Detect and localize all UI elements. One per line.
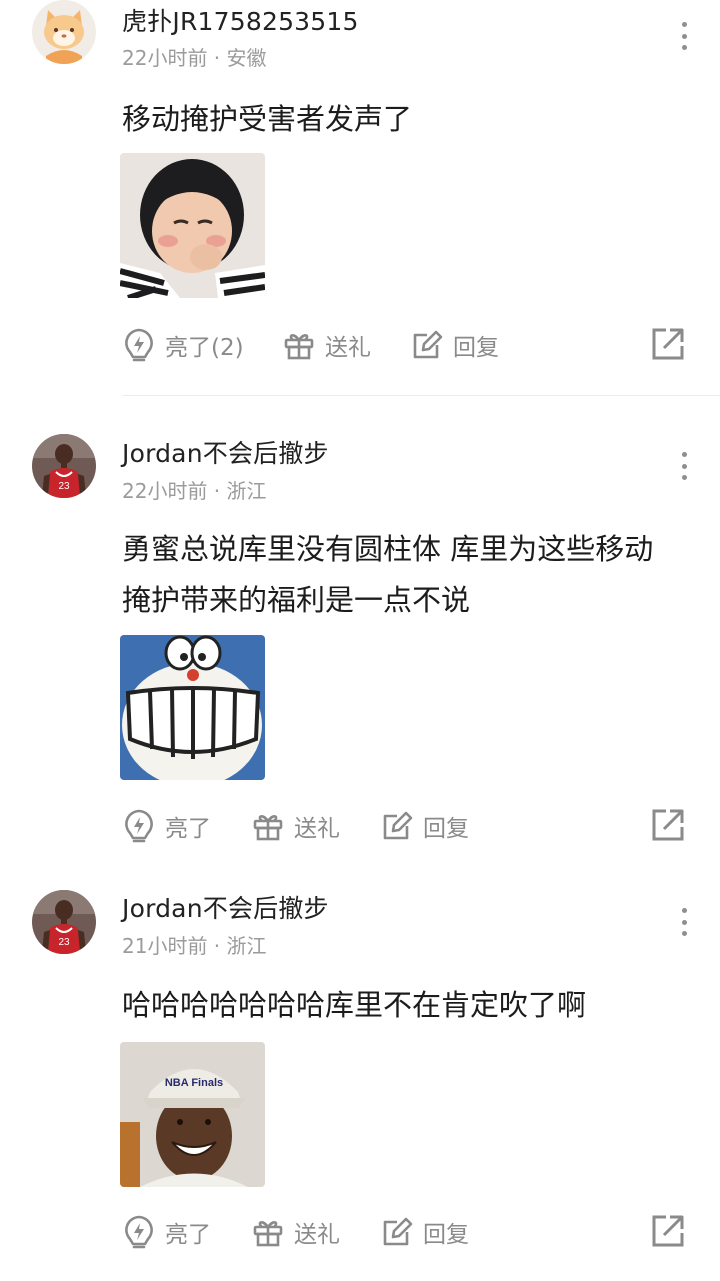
- comment-item: 23 Jordan不会后撤步 21小时前 · 浙江 哈哈哈哈哈哈哈库里不在肯定吹…: [0, 0, 720, 1281]
- gift-label: 送礼: [294, 1222, 340, 1248]
- more-vertical-icon[interactable]: [670, 904, 698, 940]
- svg-text:23: 23: [58, 937, 70, 948]
- edit-reply-icon: [383, 1217, 413, 1246]
- cap-logo-text: NBA Finals: [165, 1077, 223, 1089]
- avatar[interactable]: 23: [32, 890, 96, 954]
- like-label: 亮了: [165, 1222, 211, 1248]
- like-button[interactable]: 亮了: [123, 1214, 211, 1250]
- gift-icon: [253, 1221, 283, 1247]
- nba-finals-cap-smile-sticker[interactable]: NBA Finals: [120, 1042, 265, 1187]
- comment-meta: 21小时前 · 浙江: [122, 934, 267, 958]
- lightning-bulb-icon: [125, 1215, 153, 1249]
- username[interactable]: Jordan不会后撤步: [122, 889, 329, 925]
- gift-button[interactable]: 送礼: [252, 1214, 340, 1250]
- share-icon[interactable]: [650, 1213, 686, 1249]
- reply-button[interactable]: 回复: [381, 1214, 469, 1250]
- reply-label: 回复: [423, 1222, 469, 1248]
- comment-text: 哈哈哈哈哈哈哈库里不在肯定吹了啊: [122, 988, 587, 1022]
